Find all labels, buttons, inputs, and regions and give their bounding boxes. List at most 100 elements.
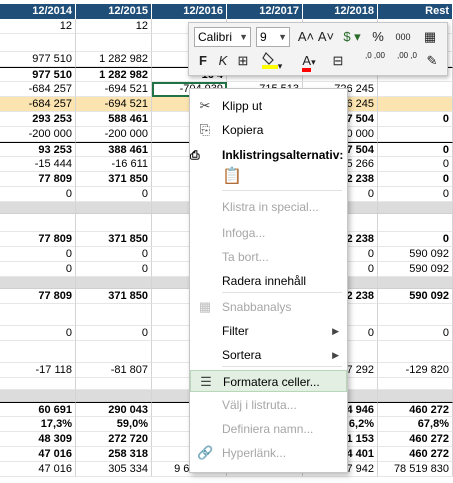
table-cell[interactable]: -200 000	[76, 127, 152, 142]
table-cell[interactable]: 0	[76, 247, 152, 262]
borders-button[interactable]: ⊞	[235, 51, 251, 71]
menu-item-hyperlänk[interactable]: 🔗 Hyperlänk...	[190, 442, 347, 464]
menu-item-ta-bort[interactable]: Ta bort...	[190, 246, 347, 268]
table-cell[interactable]	[378, 127, 453, 142]
table-cell[interactable]: -16 611	[76, 157, 152, 172]
clear-format-button[interactable]: ✎	[423, 51, 441, 71]
accounting-format-button[interactable]: $ ▾	[339, 27, 365, 47]
table-cell[interactable]: -200 000	[0, 127, 76, 142]
table-cell[interactable]: 588 461	[76, 112, 152, 127]
table-cell[interactable]	[0, 34, 76, 52]
table-cell[interactable]: 93 253	[0, 142, 76, 157]
table-cell[interactable]: 47 016	[0, 462, 76, 477]
table-cell[interactable]: 47 016	[0, 447, 76, 462]
italic-button[interactable]: K	[215, 51, 231, 71]
table-cell[interactable]	[378, 202, 453, 214]
grow-font-button[interactable]: A˄	[297, 27, 315, 47]
table-cell[interactable]: 0	[76, 326, 152, 341]
table-cell[interactable]: 460 272	[378, 432, 453, 447]
menu-item-radera-innehåll[interactable]: Radera innehåll	[190, 270, 347, 292]
table-cell[interactable]: 0	[378, 142, 453, 157]
table-cell[interactable]: 0	[0, 262, 76, 277]
table-cell[interactable]	[76, 390, 152, 402]
table-cell[interactable]: 293 253	[0, 112, 76, 127]
table-cell[interactable]: 48 309	[0, 432, 76, 447]
menu-item-kopiera[interactable]: ⎘ Kopiera	[190, 119, 347, 141]
table-cell[interactable]: 0	[378, 232, 453, 247]
menu-item-sortera[interactable]: Sortera ▶	[190, 344, 347, 366]
table-cell[interactable]: 1 282 982	[76, 52, 152, 67]
fill-color-button[interactable]: ▾	[257, 51, 287, 71]
menu-item-infoga[interactable]: Infoga...	[190, 222, 347, 244]
table-cell[interactable]: 258 318	[76, 447, 152, 462]
font-name-box[interactable]: Calibri ▼	[194, 27, 251, 47]
table-cell[interactable]: 590 092	[378, 247, 453, 262]
table-cell[interactable]: -81 807	[76, 363, 152, 378]
column-header[interactable]: 12/2016	[152, 4, 227, 19]
percent-style-button[interactable]: %	[369, 27, 387, 47]
table-cell[interactable]	[378, 304, 453, 326]
table-cell[interactable]: 305 334	[76, 462, 152, 477]
increase-decimal-button[interactable]: ,0 ,00	[361, 51, 389, 71]
table-cell[interactable]	[76, 34, 152, 52]
table-cell[interactable]: 977 510	[0, 52, 76, 67]
column-header[interactable]: 12/2017	[227, 4, 303, 19]
table-cell[interactable]	[378, 214, 453, 232]
table-cell[interactable]	[0, 214, 76, 232]
table-cell[interactable]	[0, 304, 76, 326]
bold-button[interactable]: F	[195, 51, 211, 71]
table-cell[interactable]: -684 257	[0, 97, 76, 112]
table-cell[interactable]	[378, 82, 453, 97]
table-cell[interactable]: 60 691	[0, 402, 76, 417]
menu-item-klipp-ut[interactable]: ✂ Klipp ut	[190, 95, 347, 117]
table-cell[interactable]: 0	[378, 172, 453, 187]
table-cell[interactable]: -17 118	[0, 363, 76, 378]
table-cell[interactable]: 0	[0, 247, 76, 262]
column-header[interactable]: Rest	[378, 4, 453, 19]
comma-style-button[interactable]: 000	[391, 27, 415, 47]
table-cell[interactable]	[378, 97, 453, 112]
table-cell[interactable]: 17,3%	[0, 417, 76, 432]
table-cell[interactable]: -684 257	[0, 82, 76, 97]
table-cell[interactable]	[0, 277, 76, 289]
table-cell[interactable]: 0	[378, 157, 453, 172]
table-cell[interactable]: 0	[0, 187, 76, 202]
menu-item-snabbanalys[interactable]: ▦ Snabbanalys	[190, 296, 347, 318]
table-cell[interactable]	[378, 277, 453, 289]
table-cell[interactable]: 371 850	[76, 289, 152, 304]
table-cell[interactable]	[76, 341, 152, 363]
table-cell[interactable]: 78 519 830	[378, 462, 453, 477]
table-cell[interactable]	[76, 378, 152, 390]
decrease-decimal-button[interactable]: ,00 ,0	[393, 51, 421, 71]
table-cell[interactable]: -129 820	[378, 363, 453, 378]
table-cell[interactable]: 590 092	[378, 289, 453, 304]
table-cell[interactable]: 977 510	[0, 67, 76, 82]
table-cell[interactable]	[0, 390, 76, 402]
column-header[interactable]: 12/2015	[76, 4, 152, 19]
table-cell[interactable]: 0	[76, 262, 152, 277]
table-cell[interactable]: 0	[0, 326, 76, 341]
table-cell[interactable]: 0	[378, 112, 453, 127]
paste-option-button[interactable]: 📋	[190, 168, 347, 190]
shrink-font-button[interactable]: A˅	[317, 27, 335, 47]
table-cell[interactable]	[378, 390, 453, 402]
column-header[interactable]: 12/2014	[0, 4, 76, 19]
font-size-box[interactable]: 9 ▼	[256, 27, 290, 47]
table-cell[interactable]	[76, 304, 152, 326]
table-cell[interactable]: 77 809	[0, 289, 76, 304]
table-cell[interactable]: 0	[378, 187, 453, 202]
table-cell[interactable]: 77 809	[0, 172, 76, 187]
table-cell[interactable]: 460 272	[378, 402, 453, 417]
table-cell[interactable]: 67,8%	[378, 417, 453, 432]
table-cell[interactable]: -15 444	[0, 157, 76, 172]
table-cell[interactable]: 272 720	[76, 432, 152, 447]
table-cell[interactable]: 590 092	[378, 262, 453, 277]
table-cell[interactable]: 12	[76, 19, 152, 34]
table-cell[interactable]: 0	[378, 326, 453, 341]
table-cell[interactable]: 12	[0, 19, 76, 34]
table-cell[interactable]	[0, 202, 76, 214]
table-cell[interactable]	[76, 277, 152, 289]
menu-item-klistra-in-special[interactable]: Klistra in special...	[190, 196, 347, 218]
table-cell[interactable]	[378, 341, 453, 363]
font-color-button[interactable]: A▾	[295, 51, 323, 72]
